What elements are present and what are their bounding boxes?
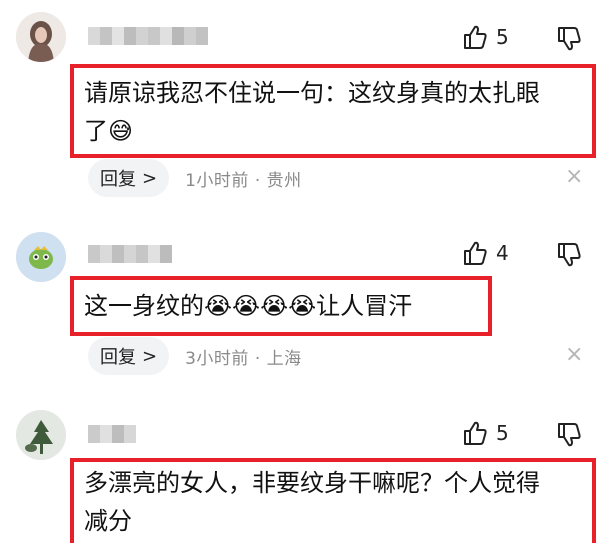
comment-text-line: 减分	[84, 507, 132, 535]
thumbs-up-icon	[464, 421, 487, 445]
like-count: 5	[496, 421, 509, 445]
comment-text-highlight: 多漂亮的女人，非要纹身干嘛呢？个人觉得 减分	[70, 458, 596, 543]
time-location: 3小时前 · 上海	[185, 348, 302, 369]
close-icon[interactable]: ×	[565, 164, 583, 189]
time-location: 1小时前 · 贵州	[185, 170, 302, 191]
comment-text-line: 多漂亮的女人，非要纹身干嘛呢？个人觉得	[84, 469, 540, 497]
thumbs-down-icon	[558, 27, 581, 51]
username-blurred[interactable]	[88, 425, 136, 443]
close-icon[interactable]: ×	[565, 342, 583, 367]
comment-text-highlight: 这一身纹的😭😭😭😭让人冒汗	[70, 276, 492, 336]
reply-button[interactable]: 回复 >	[88, 159, 170, 197]
username-blurred[interactable]	[88, 27, 208, 45]
reply-label: 回复	[100, 347, 136, 368]
like-count: 5	[496, 25, 509, 49]
chevron-right-icon: >	[142, 345, 158, 367]
reply-button[interactable]: 回复 >	[88, 337, 170, 375]
dislike-button[interactable]	[556, 26, 582, 52]
comment-meta: 回复 > 3小时前 · 上海	[88, 337, 302, 375]
thumbs-down-icon	[558, 243, 581, 267]
like-count: 4	[496, 241, 509, 265]
comment-text-line: 了😅	[84, 117, 134, 145]
username-blurred[interactable]	[88, 245, 172, 263]
dislike-button[interactable]	[556, 242, 582, 268]
chevron-right-icon: >	[142, 167, 158, 189]
like-button[interactable]: 4	[462, 240, 509, 266]
thumbs-down-icon	[558, 423, 581, 447]
like-button[interactable]: 5	[462, 420, 509, 446]
reply-label: 回复	[100, 169, 136, 190]
dislike-button[interactable]	[556, 422, 582, 448]
comment-text-line: 请原谅我忍不住说一句：这纹身真的太扎眼	[84, 79, 540, 107]
comment-text-highlight: 请原谅我忍不住说一句：这纹身真的太扎眼 了😅	[70, 64, 596, 158]
comment-text-line: 这一身纹的😭😭😭😭让人冒汗	[84, 292, 413, 320]
thumbs-up-icon	[464, 25, 487, 49]
like-button[interactable]: 5	[462, 24, 509, 50]
avatar[interactable]	[16, 410, 66, 460]
comment-meta: 回复 > 1小时前 · 贵州	[88, 159, 302, 197]
avatar[interactable]	[16, 232, 66, 282]
avatar[interactable]	[16, 12, 66, 62]
thumbs-up-icon	[464, 241, 487, 265]
